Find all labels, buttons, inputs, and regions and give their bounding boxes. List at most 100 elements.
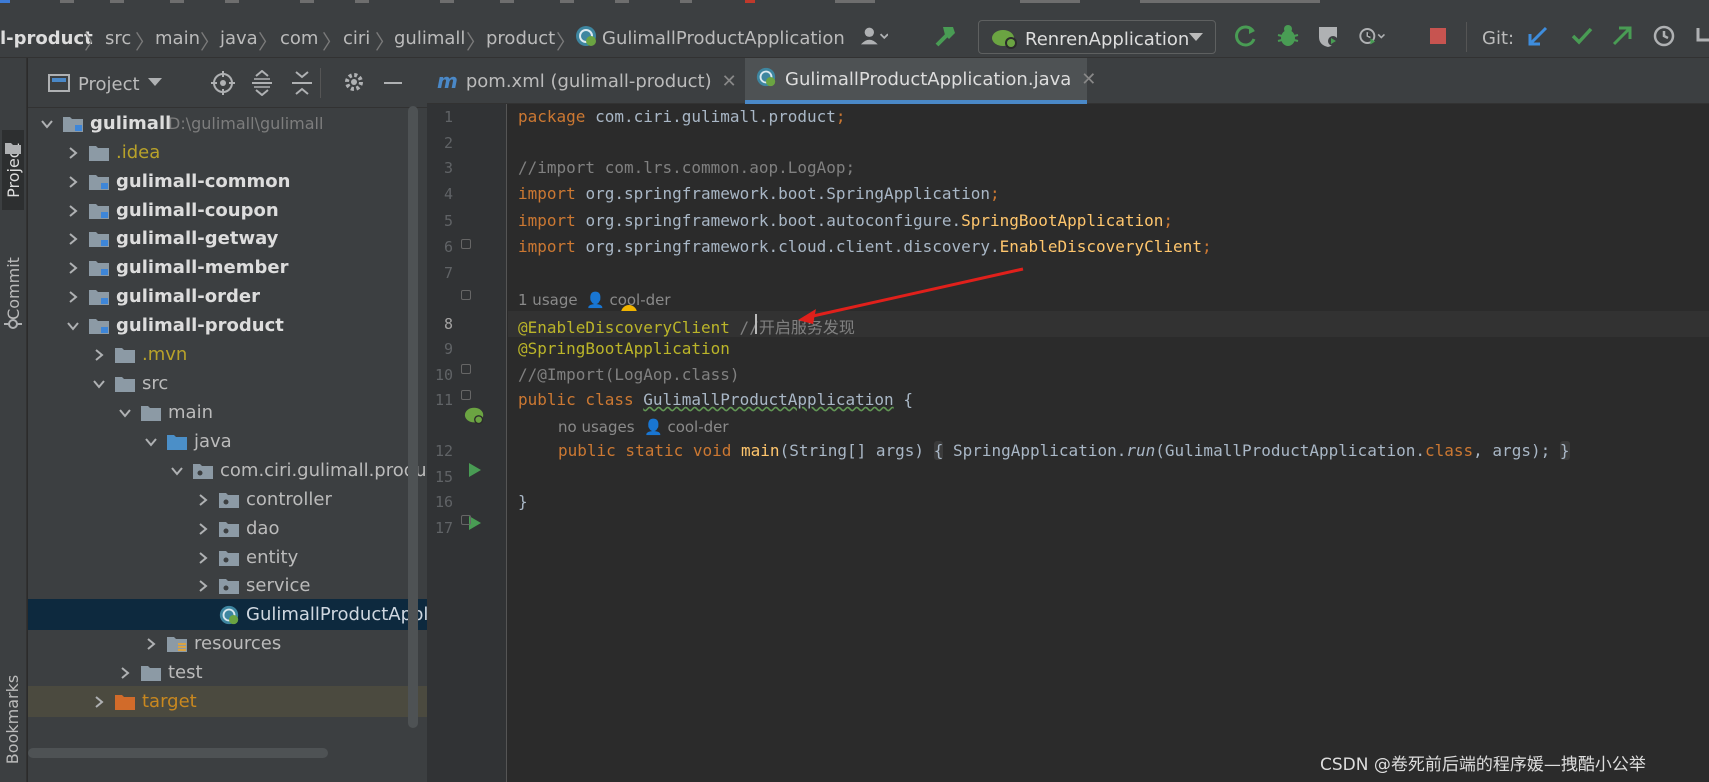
chevron-right-icon[interactable]: [66, 231, 80, 245]
usage-hint[interactable]: no usages: [558, 418, 635, 436]
tree-item-label: test: [168, 662, 203, 683]
chevron-right-icon[interactable]: [66, 174, 80, 188]
tree-item[interactable]: target: [28, 686, 427, 717]
breadcrumb-ciri[interactable]: ciri: [343, 28, 370, 49]
tree-item[interactable]: service: [28, 570, 427, 601]
chevron-right-icon[interactable]: [66, 145, 80, 159]
breadcrumb-src[interactable]: src: [105, 28, 131, 49]
fold-marker-icon[interactable]: [461, 390, 471, 400]
project-panel-title[interactable]: Project: [78, 74, 140, 95]
tree-item[interactable]: src: [28, 368, 427, 399]
breadcrumb-com[interactable]: com: [280, 28, 318, 49]
tree-item[interactable]: .idea: [28, 137, 427, 168]
chevron-right-icon[interactable]: [196, 578, 210, 592]
punct-token: ;: [1163, 211, 1174, 230]
tree-item-label: .mvn: [142, 344, 188, 365]
fold-marker-icon[interactable]: [461, 364, 471, 374]
chevron-right-icon[interactable]: [118, 665, 132, 679]
chevron-right-icon[interactable]: [196, 492, 210, 506]
git-push-icon[interactable]: [1608, 22, 1636, 50]
author-hint[interactable]: 👤 cool-der: [644, 418, 729, 436]
chevron-down-icon[interactable]: [92, 376, 106, 390]
code-area[interactable]: package com.ciri.gulimall.product; //imp…: [508, 104, 1709, 782]
tree-item[interactable]: GulimallProductApplication: [28, 599, 427, 630]
tree-item[interactable]: resources: [28, 628, 427, 659]
tree-item[interactable]: controller: [28, 484, 427, 515]
chevron-down-icon[interactable]: [118, 405, 132, 419]
rerun-icon[interactable]: [1232, 22, 1260, 50]
tree-item-label: java: [194, 431, 232, 452]
user-icon[interactable]: [860, 22, 888, 50]
tree-item[interactable]: com.ciri.gulimall.product: [28, 455, 427, 486]
locate-target-icon[interactable]: [210, 70, 236, 100]
build-hammer-icon[interactable]: [932, 22, 960, 50]
rollback-icon[interactable]: [1692, 22, 1709, 50]
tree-item[interactable]: entity: [28, 542, 427, 573]
profiler-icon[interactable]: [1358, 22, 1386, 50]
tree-item[interactable]: gulimall-product: [28, 310, 427, 341]
tool-window-tab-bookmarks[interactable]: Bookmarks: [2, 664, 24, 774]
chevron-down-icon[interactable]: [144, 434, 158, 448]
chevron-right-icon[interactable]: [66, 260, 80, 274]
breadcrumb-module[interactable]: l-product: [0, 28, 93, 49]
tree-item-label: resources: [194, 633, 282, 654]
close-icon[interactable]: ✕: [1081, 69, 1096, 90]
folded-brace[interactable]: {: [933, 441, 944, 460]
chevron-right-icon[interactable]: [66, 289, 80, 303]
git-commit-check-icon[interactable]: [1568, 22, 1596, 50]
git-update-icon[interactable]: [1524, 22, 1552, 50]
chevron-right-icon[interactable]: [196, 550, 210, 564]
hide-panel-icon[interactable]: [384, 82, 402, 84]
gear-icon[interactable]: [342, 70, 366, 98]
debug-bug-icon[interactable]: [1274, 22, 1302, 50]
folder-icon: [140, 404, 162, 422]
breadcrumb-gulimall[interactable]: gulimall: [394, 28, 465, 49]
tree-item[interactable]: java: [28, 426, 427, 457]
tree-item[interactable]: gulimall-coupon: [28, 195, 427, 226]
stop-icon[interactable]: [1424, 22, 1452, 50]
run-configuration-selector[interactable]: RenrenApplication: [978, 20, 1216, 54]
tree-item[interactable]: gulimall-getway: [28, 223, 427, 254]
breadcrumb-main[interactable]: main: [155, 28, 200, 49]
chevron-down-icon[interactable]: [170, 463, 184, 477]
breadcrumb-class[interactable]: GulimallProductApplication: [602, 28, 845, 49]
chevron-right-icon[interactable]: [66, 203, 80, 217]
tree-item-label: gulimall-product: [116, 315, 284, 336]
tree-item[interactable]: gulimall D:\gulimall\gulimall: [28, 108, 427, 139]
coverage-shield-icon[interactable]: [1314, 22, 1342, 50]
folded-brace[interactable]: }: [1559, 441, 1570, 460]
tab-gulimall-product-application[interactable]: GulimallProductApplication.java ✕: [745, 58, 1096, 104]
fold-marker-icon[interactable]: [461, 239, 471, 249]
tree-item[interactable]: .mvn: [28, 339, 427, 370]
watermark: CSDN @卷死前后端的程序媛—拽酷小公举: [1320, 755, 1646, 775]
chevron-down-icon[interactable]: [148, 78, 162, 86]
module-folder-icon: [88, 259, 110, 277]
tree-item[interactable]: gulimall-order: [28, 281, 427, 312]
tree-item[interactable]: test: [28, 657, 427, 688]
chevron-right-icon[interactable]: [144, 636, 158, 650]
history-clock-icon[interactable]: [1650, 22, 1678, 50]
tree-item[interactable]: gulimall-member: [28, 252, 427, 283]
breadcrumb-java[interactable]: java: [220, 28, 258, 49]
fold-expand-icon[interactable]: [461, 515, 471, 525]
close-icon[interactable]: ✕: [722, 71, 737, 92]
expand-all-icon[interactable]: [250, 69, 274, 100]
vertical-scrollbar[interactable]: [408, 106, 418, 728]
spring-bean-gutter-icon[interactable]: [464, 405, 486, 431]
chevron-right-icon[interactable]: [196, 521, 210, 535]
horizontal-scrollbar[interactable]: [28, 748, 328, 758]
tree-item[interactable]: gulimall-common: [28, 166, 427, 197]
chevron-down-icon[interactable]: [40, 116, 54, 130]
tree-item[interactable]: dao: [28, 513, 427, 544]
chevron-down-icon[interactable]: [66, 318, 80, 332]
tree-item[interactable]: main: [28, 397, 427, 428]
collapse-all-icon[interactable]: [290, 70, 314, 100]
tab-pom-xml[interactable]: m pom.xml (gulimall-product) ✕: [437, 58, 737, 104]
class-name-token: GulimallProductApplication: [643, 390, 894, 409]
fold-marker-icon[interactable]: [461, 290, 471, 300]
spring-class-icon: [218, 604, 240, 625]
chevron-right-icon[interactable]: [92, 694, 106, 708]
breadcrumb-product[interactable]: product: [486, 28, 555, 49]
chevron-right-icon[interactable]: [92, 347, 106, 361]
run-gutter-icon[interactable]: [467, 462, 483, 482]
